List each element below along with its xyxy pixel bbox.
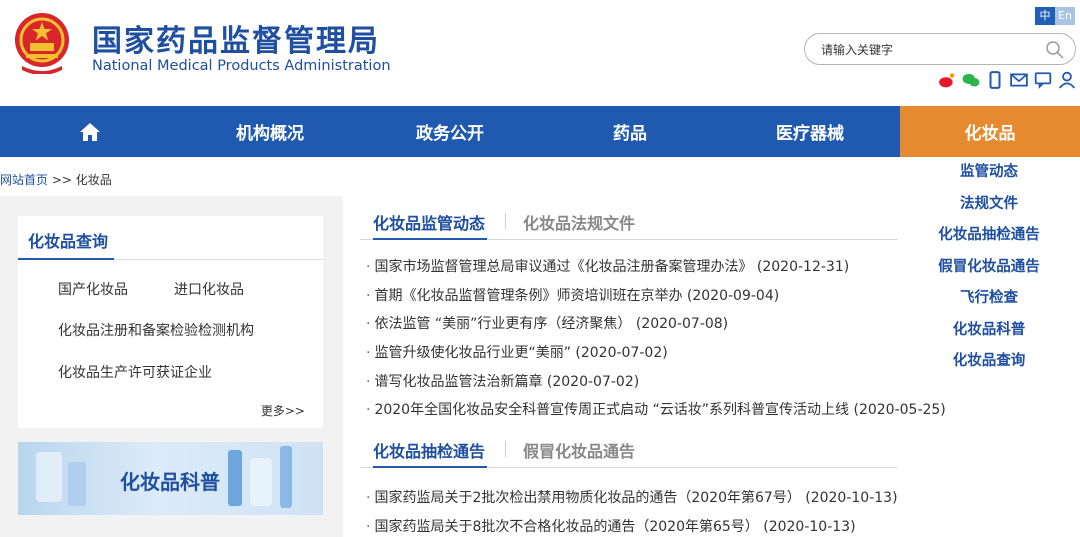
tab-regulatory-news[interactable]: 化妆品监管动态 <box>373 210 485 234</box>
mobile-icon[interactable] <box>986 71 1004 89</box>
nav-home[interactable] <box>0 106 180 157</box>
query-panel-title: 化妆品查询 <box>28 232 109 251</box>
submenu-item[interactable]: 化妆品查询 <box>898 346 1080 378</box>
testing-institutions-link[interactable]: 化妆品注册和备案检验检测机构 <box>58 320 254 340</box>
news-item[interactable]: · 国家药监局关于8批次不合格化妆品的通告（2020年第65号） (2020-10… <box>366 516 856 536</box>
tab-regulations[interactable]: 化妆品法规文件 <box>523 210 635 234</box>
message-icon[interactable] <box>1034 71 1052 89</box>
title-underline <box>18 258 114 260</box>
main-nav: 机构概况 政务公开 药品 医疗器械 化妆品 <box>0 106 1080 157</box>
domestic-cosmetics-link[interactable]: 国产化妆品 <box>58 279 128 299</box>
active-tab-underline <box>373 466 487 468</box>
nav-item-medical-devices[interactable]: 医疗器械 <box>720 106 900 157</box>
news-item[interactable]: · 谱写化妆品监管法治新篇章 (2020-07-02) <box>366 371 639 391</box>
nav-item-cosmetics[interactable]: 化妆品 <box>900 106 1080 157</box>
news-item[interactable]: · 国家药监局关于2批次检出禁用物质化妆品的通告（2020年第67号） (2020… <box>366 487 898 507</box>
tab-inspection-notices[interactable]: 化妆品抽检通告 <box>373 438 485 462</box>
tab-counterfeit-notices[interactable]: 假冒化妆品通告 <box>523 438 635 462</box>
social-icons <box>938 71 1076 89</box>
header: 国家药品监督管理局 National Medical Products Admi… <box>0 0 1080 106</box>
imported-cosmetics-link[interactable]: 进口化妆品 <box>174 279 244 299</box>
national-emblem-icon <box>15 13 69 74</box>
nav-item-organization[interactable]: 机构概况 <box>180 106 360 157</box>
active-tab-underline <box>373 238 487 240</box>
news-item[interactable]: · 国家市场监督管理总局审议通过《化妆品注册备案管理办法》 (2020-12-31… <box>366 256 849 276</box>
news-item[interactable]: · 依法监管 “美丽”行业更有序（经济聚焦） (2020-07-08) <box>366 313 728 333</box>
cosmetics-submenu: 监管动态 法规文件 化妆品抽检通告 假冒化妆品通告 飞行检查 化妆品科普 化妆品… <box>898 157 1080 378</box>
search-icon[interactable] <box>1045 40 1065 60</box>
breadcrumb-home-link[interactable]: 网站首页 <box>0 173 48 187</box>
breadcrumb-current: 化妆品 <box>75 173 112 187</box>
site-title: 国家药品监督管理局 <box>92 24 380 59</box>
news-tabs: 化妆品监管动态 化妆品法规文件 <box>360 206 898 240</box>
home-icon <box>80 122 100 141</box>
notice-tabs: 化妆品抽检通告 假冒化妆品通告 <box>360 434 898 468</box>
weibo-icon[interactable] <box>938 71 956 89</box>
submenu-item[interactable]: 化妆品抽检通告 <box>898 220 1080 252</box>
search-box <box>804 33 1076 65</box>
lang-english-button[interactable]: En <box>1055 7 1075 25</box>
news-item[interactable]: · 首期《化妆品监督管理条例》师资培训班在京举办 (2020-09-04) <box>366 285 779 305</box>
news-item[interactable]: · 2020年全国化妆品安全科普宣传周正式启动 “云话妆”系列科普宣传活动上线 (… <box>366 399 946 419</box>
cosmetics-query-panel: 化妆品查询 国产化妆品 进口化妆品 化妆品注册和备案检验检测机构 化妆品生产许可… <box>18 216 323 428</box>
licensed-enterprises-link[interactable]: 化妆品生产许可获证企业 <box>58 362 212 382</box>
lang-chinese-button[interactable]: 中 <box>1035 7 1055 25</box>
submenu-item[interactable]: 法规文件 <box>898 189 1080 221</box>
submenu-item[interactable]: 化妆品科普 <box>898 315 1080 347</box>
mail-icon[interactable] <box>1010 71 1028 89</box>
user-icon[interactable] <box>1058 71 1076 89</box>
wechat-icon[interactable] <box>962 71 980 89</box>
breadcrumb-separator: >> <box>48 173 76 187</box>
more-link[interactable]: 更多>> <box>261 402 305 419</box>
tab-separator <box>505 213 506 229</box>
site-title-english: National Medical Products Administration <box>92 58 391 74</box>
banner-title: 化妆品科普 <box>120 470 220 494</box>
submenu-item[interactable]: 假冒化妆品通告 <box>898 252 1080 284</box>
submenu-item[interactable]: 飞行检查 <box>898 283 1080 315</box>
breadcrumb: 网站首页 >> 化妆品 <box>0 171 112 188</box>
cosmetics-science-banner[interactable]: 化妆品科普 <box>18 442 323 515</box>
news-item[interactable]: · 监管升级使化妆品行业更“美丽” (2020-07-02) <box>366 342 668 362</box>
nav-item-government-affairs[interactable]: 政务公开 <box>360 106 540 157</box>
nav-item-drugs[interactable]: 药品 <box>540 106 720 157</box>
submenu-item[interactable]: 监管动态 <box>898 157 1080 189</box>
tab-separator <box>505 441 506 457</box>
search-input[interactable] <box>821 40 1041 60</box>
